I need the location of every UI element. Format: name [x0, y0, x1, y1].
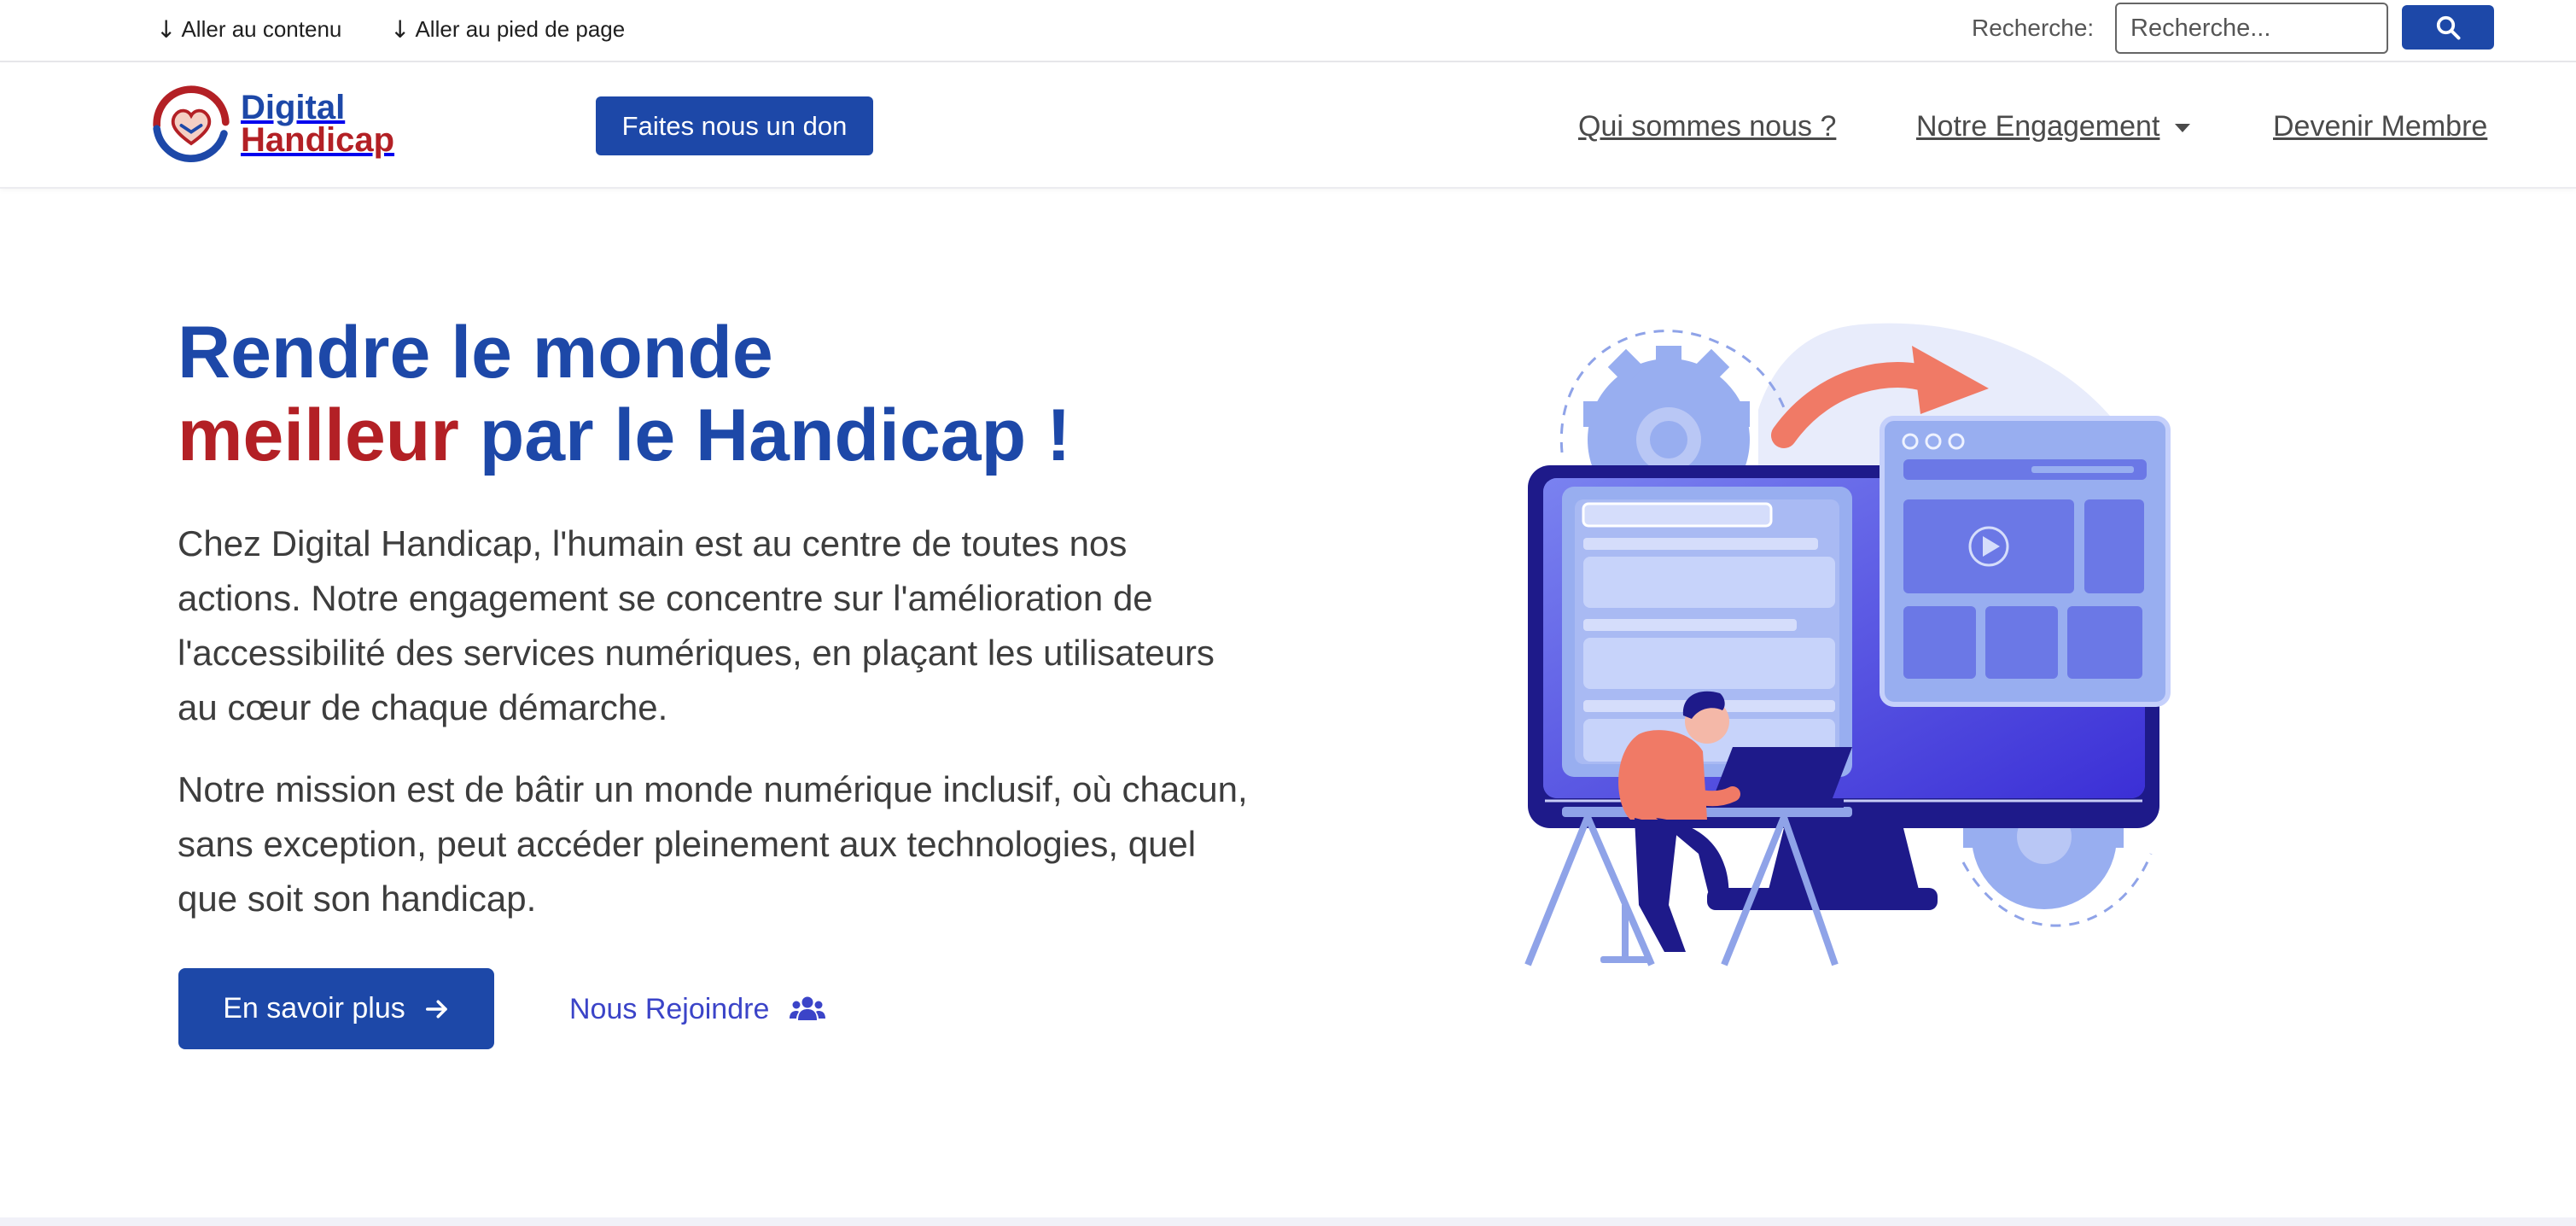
hero-title-accent: meilleur — [178, 394, 459, 476]
donate-button[interactable]: Faites nous un don — [596, 96, 873, 155]
learn-more-label: En savoir plus — [223, 992, 405, 1025]
join-us-label: Nous Rejoindre — [569, 992, 770, 1025]
nav-link-about-label: Qui sommes nous ? — [1578, 109, 1837, 143]
skip-to-footer-label: Aller au pied de page — [415, 15, 626, 42]
hero-title: Rendre le monde meilleur par le Handicap… — [178, 312, 1202, 477]
utility-bar: ↓ Aller au contenu ↓ Aller au pied de pa… — [0, 0, 2576, 62]
chevron-down-icon — [2175, 124, 2191, 132]
hero-paragraph-intro: Chez Digital Handicap, l'humain est au c… — [178, 523, 1215, 727]
nav-link-become-member[interactable]: Devenir Membre — [2273, 107, 2487, 146]
arrow-right-icon — [424, 996, 450, 1022]
logo-text-handicap: Handicap — [241, 121, 395, 159]
skip-to-content-label: Aller au contenu — [181, 15, 342, 42]
heart-logo-icon — [153, 85, 230, 163]
section-divider — [0, 1217, 2576, 1226]
hero-title-line1: Rendre le monde — [178, 312, 773, 394]
search-icon — [2436, 15, 2461, 40]
hero-title-rest: par le Handicap ! — [458, 394, 1071, 476]
join-us-link[interactable]: Nous Rejoindre — [569, 984, 826, 1035]
logo-text-digital: Digital — [241, 89, 346, 126]
arrow-down-icon: ↓ — [156, 15, 177, 44]
search-button[interactable] — [2402, 5, 2494, 50]
arrow-down-icon: ↓ — [390, 15, 411, 44]
skip-to-content-link[interactable]: ↓ Aller au contenu — [156, 14, 341, 44]
learn-more-button[interactable]: En savoir plus — [178, 968, 494, 1049]
skip-to-footer-link[interactable]: ↓ Aller au pied de page — [390, 14, 625, 44]
nav-link-become-member-label: Devenir Membre — [2273, 109, 2488, 143]
search-input[interactable] — [2115, 3, 2388, 54]
main-navbar: Digital Handicap Faites nous un don Qui … — [0, 64, 2576, 189]
site-logo[interactable]: Digital Handicap — [150, 81, 398, 166]
search-label: Recherche: — [1972, 15, 2095, 41]
hero-illustration — [1524, 323, 2171, 966]
nav-link-engagement-label: Notre Engagement — [1916, 109, 2160, 143]
nav-link-engagement[interactable]: Notre Engagement — [1916, 107, 2191, 146]
hero-paragraph-mission: Notre mission est de bâtir un monde numé… — [178, 769, 1248, 919]
nav-link-about[interactable]: Qui sommes nous ? — [1578, 107, 1836, 146]
logo-wordmark: Digital Handicap — [241, 89, 395, 159]
users-icon — [790, 995, 826, 1024]
